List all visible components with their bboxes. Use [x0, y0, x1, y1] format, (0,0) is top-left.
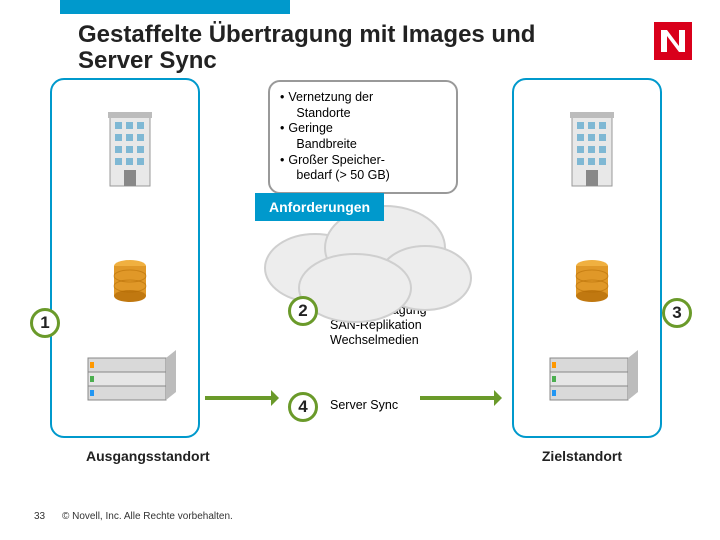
- req-line: bedarf (> 50 GB): [296, 168, 389, 182]
- page-number: 33: [34, 511, 45, 522]
- method-row-4-text: Server Sync: [330, 398, 398, 413]
- building-icon: [102, 110, 158, 197]
- target-site-box: [512, 78, 662, 438]
- method-line: Wechselmedien: [330, 333, 419, 347]
- arrow-icon: [205, 396, 277, 400]
- arrow-icon: [420, 396, 500, 400]
- req-line: Geringe: [288, 121, 332, 135]
- building-icon: [564, 110, 620, 197]
- svg-text:®: ®: [688, 26, 692, 37]
- page-title: Gestaffelte Übertragung mit Images und S…: [78, 22, 598, 75]
- step-badge-4: 4: [288, 392, 318, 422]
- req-line: Großer Speicher-: [288, 153, 385, 167]
- server-icon: [82, 340, 178, 415]
- target-site-label: Zielstandort: [542, 448, 622, 464]
- copyright-text: © Novell, Inc. Alle Rechte vorbehalten.: [62, 511, 233, 522]
- title-line-2: Server Sync: [78, 47, 217, 74]
- source-site-box: [50, 78, 200, 438]
- step-badge-1: 1: [30, 308, 60, 338]
- req-line: Bandbreite: [296, 137, 356, 151]
- title-line-1: Gestaffelte Übertragung mit Images und: [78, 21, 535, 48]
- source-site-label: Ausgangsstandort: [86, 448, 210, 464]
- database-icon: [574, 258, 610, 307]
- server-icon: [544, 340, 640, 415]
- header-accent-bar: [60, 0, 290, 14]
- database-icon: [112, 258, 148, 307]
- req-line: Standorte: [296, 106, 350, 120]
- req-line: Vernetzung der: [288, 90, 373, 104]
- requirements-callout: •Vernetzung derStandorte •GeringeBandbre…: [268, 80, 458, 194]
- novell-logo: ®: [654, 22, 692, 60]
- requirements-tag: Anforderungen: [255, 193, 384, 221]
- step-badge-2: 2: [288, 296, 318, 326]
- step-badge-3: 3: [662, 298, 692, 328]
